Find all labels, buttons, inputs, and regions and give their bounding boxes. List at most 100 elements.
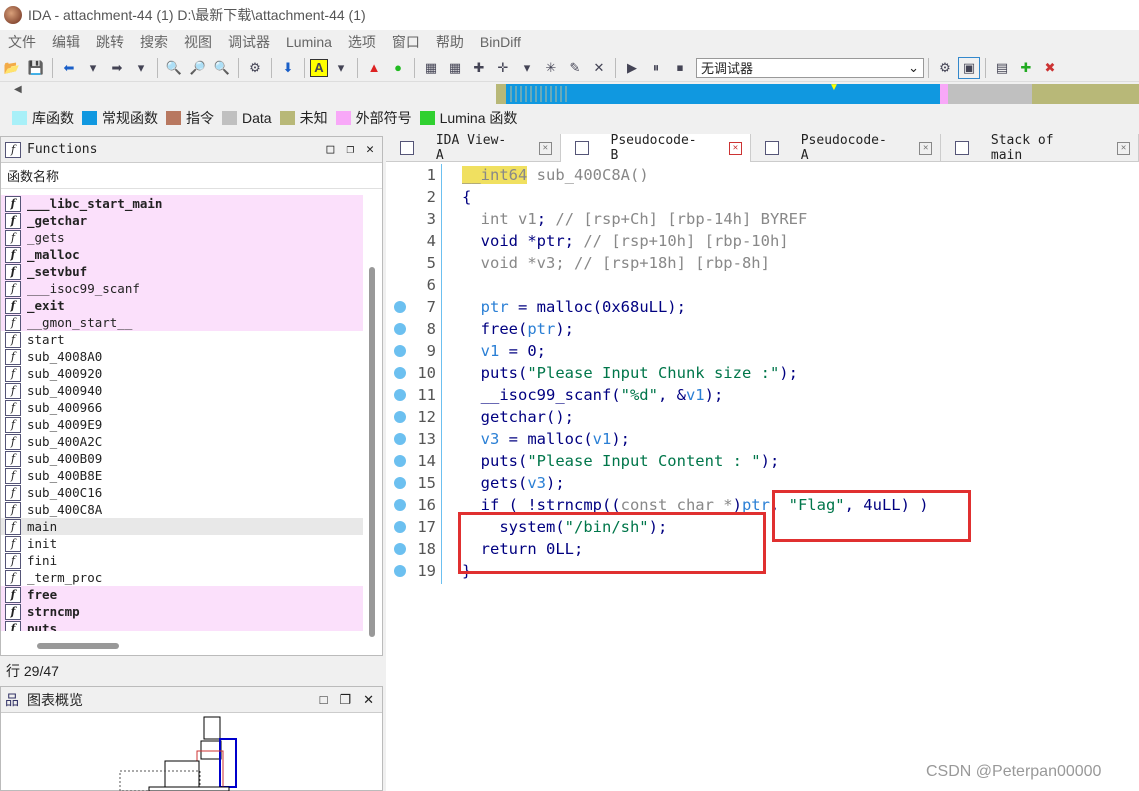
code-line[interactable]: 3 int v1; // [rsp+Ch] [rbp-14h] BYREF bbox=[386, 208, 1139, 230]
enum-icon[interactable]: ▦ bbox=[444, 57, 466, 79]
breakpoint-dot-icon[interactable] bbox=[394, 521, 406, 533]
code-line[interactable]: 10 puts("Please Input Chunk size :"); bbox=[386, 362, 1139, 384]
xref-icon[interactable]: ✳ bbox=[540, 57, 562, 79]
maximize-icon[interactable]: □ bbox=[320, 692, 328, 708]
dropdown-icon[interactable]: ▾ bbox=[516, 57, 538, 79]
function-row[interactable]: f sub_400C16 bbox=[1, 484, 363, 501]
breakpoint-dot-icon[interactable] bbox=[394, 433, 406, 445]
code-line[interactable]: 6 bbox=[386, 274, 1139, 296]
graph-overview-canvas[interactable] bbox=[1, 713, 382, 791]
code-line[interactable]: 11 __isoc99_scanf("%d", &v1); bbox=[386, 384, 1139, 406]
breakpoint-dot-icon[interactable] bbox=[394, 389, 406, 401]
close-x-icon[interactable]: ✕ bbox=[588, 57, 610, 79]
breakpoint-dot-icon[interactable] bbox=[394, 323, 406, 335]
code-line[interactable]: 7 ptr = malloc(0x68uLL); bbox=[386, 296, 1139, 318]
function-row[interactable]: f sub_400940 bbox=[1, 382, 363, 399]
function-row[interactable]: f init bbox=[1, 535, 363, 552]
restore-icon[interactable]: ❐ bbox=[339, 692, 351, 708]
create-function-icon[interactable]: ✚ bbox=[468, 57, 490, 79]
code-line[interactable]: 13 v3 = malloc(v1); bbox=[386, 428, 1139, 450]
menu-item[interactable]: Lumina bbox=[278, 34, 340, 50]
function-row[interactable]: f _malloc bbox=[1, 246, 363, 263]
menu-item[interactable]: 编辑 bbox=[44, 32, 88, 52]
function-row[interactable]: f sub_400B09 bbox=[1, 450, 363, 467]
function-row[interactable]: f sub_400B8E bbox=[1, 467, 363, 484]
menu-item[interactable]: 帮助 bbox=[428, 32, 472, 52]
maximize-icon[interactable]: □ bbox=[327, 142, 335, 157]
green-circle-icon[interactable]: ● bbox=[387, 57, 409, 79]
text-search-icon[interactable]: 🔎 bbox=[187, 57, 209, 79]
close-icon[interactable]: ✕ bbox=[538, 141, 552, 155]
close-icon[interactable]: ✕ bbox=[919, 141, 933, 155]
menu-item[interactable]: 跳转 bbox=[88, 32, 132, 52]
code-line[interactable]: 14 puts("Please Input Content : "); bbox=[386, 450, 1139, 472]
menu-item[interactable]: 搜索 bbox=[132, 32, 176, 52]
attach-process-icon[interactable]: ▣ bbox=[958, 56, 980, 79]
function-row[interactable]: f free bbox=[1, 586, 363, 603]
function-row[interactable]: f _getchar bbox=[1, 212, 363, 229]
function-row[interactable]: f sub_400C8A bbox=[1, 501, 363, 518]
binary-search-icon[interactable]: 🔍 bbox=[163, 57, 185, 79]
code-line[interactable]: 4 void *ptr; // [rsp+10h] [rbp-10h] bbox=[386, 230, 1139, 252]
navigation-band[interactable]: ◀ ▼ bbox=[0, 82, 1139, 106]
add-icon[interactable]: ✛ bbox=[492, 57, 514, 79]
save-icon[interactable]: 💾 bbox=[25, 57, 47, 79]
breakpoint-dot-icon[interactable] bbox=[394, 367, 406, 379]
function-row[interactable]: f _setvbuf bbox=[1, 263, 363, 280]
function-row[interactable]: f sub_400920 bbox=[1, 365, 363, 382]
forward-arrow-icon[interactable]: ➡ bbox=[106, 57, 128, 79]
dropdown-icon[interactable]: ▾ bbox=[82, 57, 104, 79]
code-line[interactable]: 15 gets(v3); bbox=[386, 472, 1139, 494]
function-row[interactable]: f __gmon_start__ bbox=[1, 314, 363, 331]
breakpoint-dot-icon[interactable] bbox=[394, 565, 406, 577]
breakpoint-dot-icon[interactable] bbox=[394, 301, 406, 313]
function-row[interactable]: f sub_4009E9 bbox=[1, 416, 363, 433]
horizontal-scrollbar[interactable] bbox=[37, 643, 119, 649]
debugger-select[interactable]: 无调试器 ⌄ bbox=[696, 57, 924, 78]
breakpoint-list-icon[interactable]: ▤ bbox=[991, 57, 1013, 79]
search-next-icon[interactable]: 🔍 bbox=[211, 57, 233, 79]
close-icon[interactable]: ✕ bbox=[729, 141, 742, 155]
code-line[interactable]: 1 __int64 sub_400C8A() bbox=[386, 164, 1139, 186]
menu-item[interactable]: 选项 bbox=[340, 32, 384, 52]
function-row[interactable]: f _gets bbox=[1, 229, 363, 246]
code-line[interactable]: 8 free(ptr); bbox=[386, 318, 1139, 340]
tab[interactable]: IDA View-A ✕ bbox=[386, 133, 561, 163]
close-icon[interactable]: ✕ bbox=[366, 142, 374, 157]
menu-item[interactable]: 窗口 bbox=[384, 32, 428, 52]
function-row[interactable]: f _exit bbox=[1, 297, 363, 314]
stop-icon[interactable]: ⏹ bbox=[669, 57, 691, 79]
function-row[interactable]: f sub_4008A0 bbox=[1, 348, 363, 365]
warning-icon[interactable]: ▲ bbox=[363, 57, 385, 79]
open-icon[interactable]: 📂 bbox=[1, 57, 23, 79]
function-row[interactable]: f main bbox=[1, 518, 363, 535]
function-row[interactable]: f strncmp bbox=[1, 603, 363, 620]
breakpoint-dot-icon[interactable] bbox=[394, 477, 406, 489]
add-breakpoint-icon[interactable]: ✚ bbox=[1015, 57, 1037, 79]
delete-breakpoint-icon[interactable]: ✖ bbox=[1039, 57, 1061, 79]
dropdown-icon[interactable]: ▾ bbox=[330, 57, 352, 79]
jump-down-icon[interactable]: ⬇ bbox=[277, 57, 299, 79]
tab[interactable]: Pseudocode-B ✕ bbox=[560, 133, 751, 163]
menu-item[interactable]: 调试器 bbox=[220, 32, 278, 52]
function-row[interactable]: f sub_400A2C bbox=[1, 433, 363, 450]
breakpoint-dot-icon[interactable] bbox=[394, 499, 406, 511]
menu-item[interactable]: 视图 bbox=[176, 32, 220, 52]
breakpoint-dot-icon[interactable] bbox=[394, 543, 406, 555]
menu-item[interactable]: 文件 bbox=[0, 32, 44, 52]
function-row[interactable]: f ___libc_start_main bbox=[1, 195, 363, 212]
pause-icon[interactable]: ⏸ bbox=[645, 57, 667, 79]
breakpoint-dot-icon[interactable] bbox=[394, 411, 406, 423]
function-row[interactable]: f start bbox=[1, 331, 363, 348]
debug-options-icon[interactable]: ⚙ bbox=[934, 57, 956, 79]
struct-icon[interactable]: ▦ bbox=[420, 57, 442, 79]
code-line[interactable]: 9 v1 = 0; bbox=[386, 340, 1139, 362]
edit-icon[interactable]: ✎ bbox=[564, 57, 586, 79]
function-row[interactable]: f puts bbox=[1, 620, 363, 631]
function-name-column-header[interactable]: 函数名称 bbox=[1, 163, 382, 189]
back-arrow-icon[interactable]: ⬅ bbox=[58, 57, 80, 79]
close-icon[interactable]: ✕ bbox=[1117, 141, 1131, 155]
code-line[interactable]: 2{ bbox=[386, 186, 1139, 208]
breakpoint-dot-icon[interactable] bbox=[394, 455, 406, 467]
text-color-icon[interactable]: A bbox=[310, 58, 328, 77]
